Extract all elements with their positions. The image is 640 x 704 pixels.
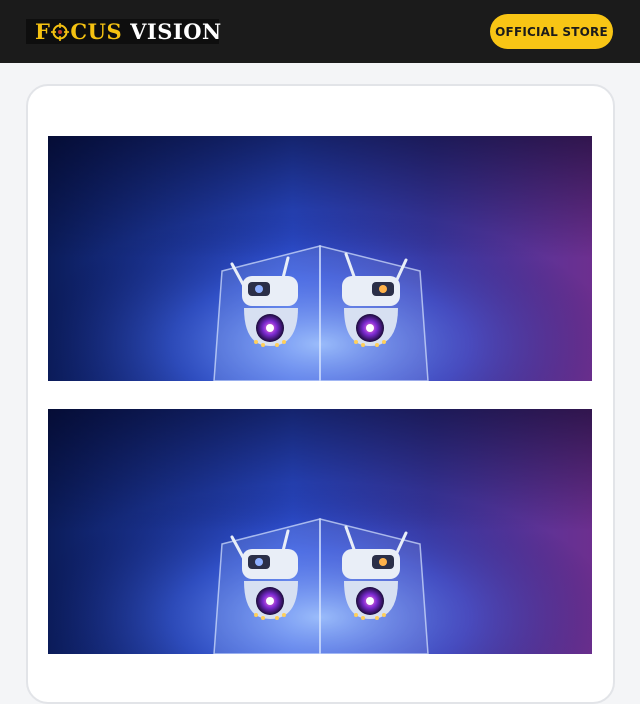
site-header: F CUS VISION OFFICIAL STORE [0,0,640,63]
crosshair-icon [51,22,70,41]
logo-word-cus: CUS [70,19,123,44]
dual-camera-image [48,136,592,381]
dual-camera-image [48,409,592,654]
brand-logo-text: F CUS VISION [35,19,222,44]
brand-logo[interactable]: F CUS VISION [26,19,222,44]
product-banner-1[interactable] [48,136,592,381]
logo-word-vision: VISION [130,19,222,44]
official-store-button[interactable]: OFFICIAL STORE [490,14,613,49]
logo-letter-f: F [35,19,51,44]
product-banner-2[interactable] [48,409,592,654]
